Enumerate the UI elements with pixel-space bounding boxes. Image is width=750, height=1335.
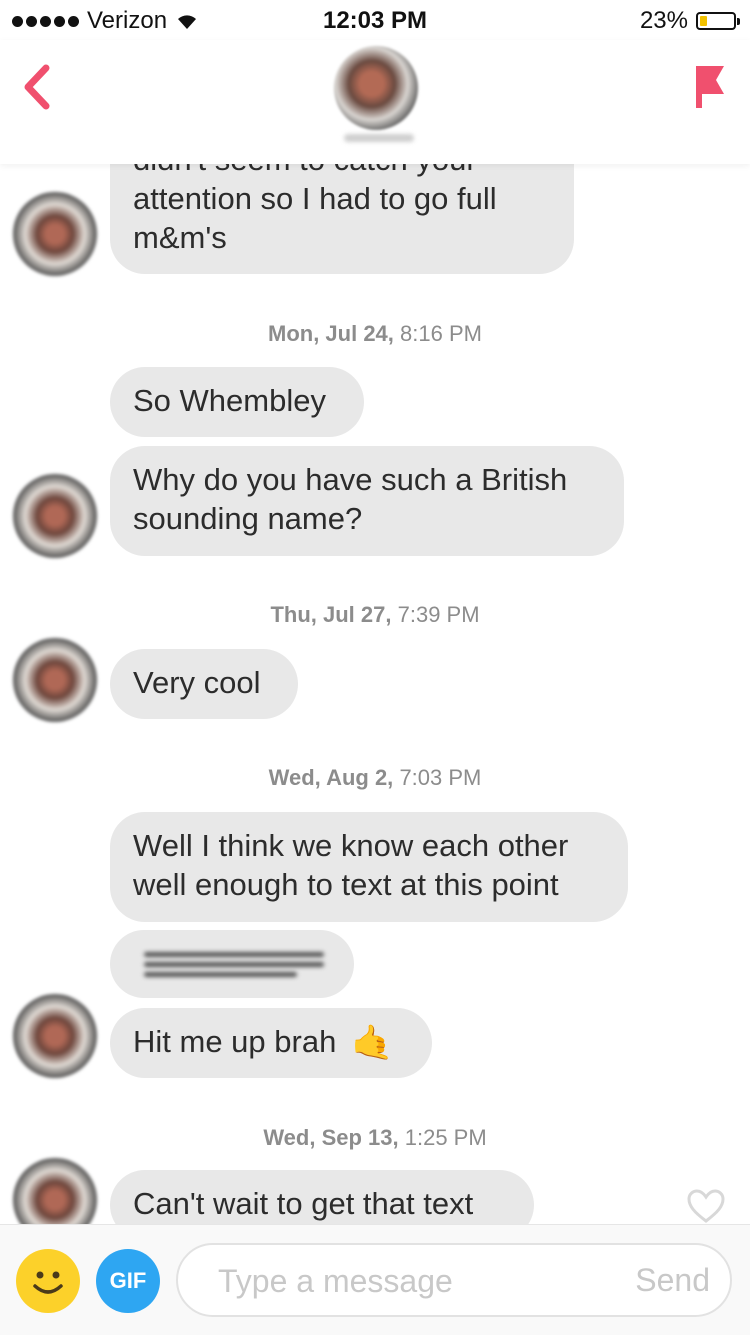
timestamp: Mon, Jul 24, 8:16 PM	[0, 321, 750, 347]
timestamp-time: 7:39 PM	[397, 602, 480, 627]
message-bubble[interactable]: So Whembley	[110, 367, 364, 437]
sender-avatar[interactable]	[13, 474, 97, 558]
message-bubble[interactable]: Can't wait to get that text	[110, 1170, 534, 1224]
message-bubble[interactable]: Why do you have such a British sounding …	[110, 446, 624, 556]
match-avatar[interactable]	[334, 46, 418, 130]
sender-avatar[interactable]	[13, 638, 97, 722]
message-line: sounding name?	[133, 501, 363, 536]
message-line: didn't seem to catch your	[133, 164, 551, 179]
message-bubble[interactable]: Hit me up brah 🤙	[110, 1008, 432, 1078]
message-text: So Whembley	[133, 383, 326, 418]
call-me-hand-icon: 🤙	[350, 1024, 394, 1063]
redacted-text	[144, 952, 324, 982]
flag-icon[interactable]	[692, 62, 728, 112]
clock: 12:03 PM	[322, 7, 428, 34]
timestamp: Thu, Jul 27, 7:39 PM	[0, 602, 750, 628]
message-thread[interactable]: didn't seem to catch your attention so I…	[0, 164, 750, 1224]
sender-avatar[interactable]	[13, 1158, 97, 1224]
message-composer: GIF Send	[0, 1224, 750, 1335]
battery-level-fill	[700, 16, 707, 26]
gif-button[interactable]: GIF	[96, 1249, 160, 1313]
timestamp-time: 7:03 PM	[399, 765, 482, 790]
send-button[interactable]: Send	[635, 1245, 710, 1315]
status-bar: Verizon 12:03 PM 23%	[0, 0, 750, 40]
battery-icon	[696, 12, 740, 30]
timestamp-day: Mon, Jul 24,	[268, 321, 394, 346]
message-line: attention so I had to go full	[133, 181, 497, 216]
sender-avatar[interactable]	[13, 994, 97, 1078]
timestamp-time: 8:16 PM	[400, 321, 482, 346]
timestamp: Wed, Sep 13, 1:25 PM	[0, 1125, 750, 1151]
timestamp-day: Wed, Aug 2,	[268, 765, 394, 790]
heart-icon[interactable]	[686, 1188, 726, 1224]
timestamp: Wed, Aug 2, 7:03 PM	[0, 765, 750, 791]
message-line: m&m's	[133, 220, 227, 255]
match-name-redacted	[344, 134, 414, 142]
sender-avatar[interactable]	[13, 192, 97, 276]
message-line: Well I think we know each other	[133, 828, 569, 863]
chat-header	[0, 40, 750, 164]
emoji-button[interactable]	[16, 1249, 80, 1313]
message-line: Why do you have such a British	[133, 462, 568, 497]
message-text: Very cool	[133, 665, 261, 700]
chevron-left-icon[interactable]	[18, 62, 58, 112]
smiley-icon	[33, 1271, 63, 1294]
timestamp-day: Wed, Sep 13,	[263, 1125, 399, 1150]
message-line: well enough to text at this point	[133, 867, 559, 902]
message-field: Send	[176, 1243, 732, 1317]
message-input[interactable]	[216, 1245, 600, 1317]
message-bubble[interactable]: Very cool	[110, 649, 298, 719]
message-text: Can't wait to get that text	[133, 1186, 474, 1221]
battery-percent: 23%	[639, 7, 688, 34]
battery-area: 23%	[639, 7, 740, 35]
timestamp-time: 1:25 PM	[404, 1125, 487, 1150]
message-text: Hit me up brah	[133, 1024, 337, 1059]
message-bubble[interactable]: didn't seem to catch your attention so I…	[110, 164, 574, 274]
message-bubble[interactable]: Well I think we know each other well eno…	[110, 812, 628, 922]
timestamp-day: Thu, Jul 27,	[270, 602, 392, 627]
